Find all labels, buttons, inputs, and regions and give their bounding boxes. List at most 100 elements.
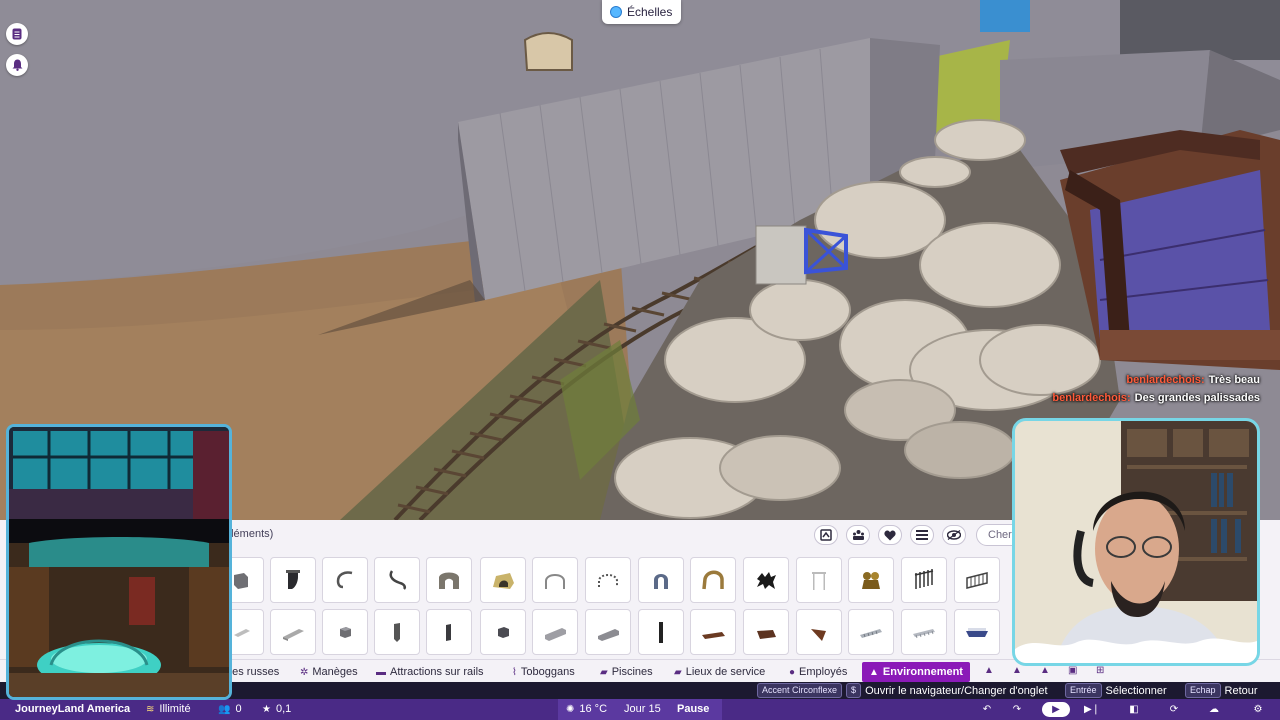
curved-hook-icon xyxy=(389,570,407,590)
tab-label: Employés xyxy=(799,666,848,678)
key-hint: Accent Circonflexe xyxy=(757,683,843,698)
catalog-item[interactable] xyxy=(374,557,420,603)
list-view-button[interactable] xyxy=(910,525,934,545)
post-item-icon xyxy=(394,623,400,642)
arch-frame-icon xyxy=(545,574,565,589)
subtab-mountain-icon[interactable]: ▲ xyxy=(1040,665,1050,676)
catalog-item[interactable] xyxy=(796,609,842,655)
coins-icon: ≋ xyxy=(146,703,155,715)
gold-statue-icon xyxy=(862,572,880,589)
tab-rides[interactable]: ✲ Manèges xyxy=(300,663,358,681)
scale-dot-icon xyxy=(610,6,622,18)
catalog-item[interactable] xyxy=(322,609,368,655)
catalog-item[interactable] xyxy=(270,557,316,603)
catalog-item[interactable] xyxy=(848,557,894,603)
rotate-button[interactable]: ⟳ xyxy=(1162,702,1186,717)
gear-icon: ⚙ xyxy=(1253,704,1263,715)
subtab-tree-icon[interactable]: ▲ xyxy=(1012,665,1022,676)
guests-stat[interactable]: 👥 0 xyxy=(218,703,242,715)
catalog-item[interactable] xyxy=(690,557,736,603)
catalog-item[interactable] xyxy=(270,609,316,655)
catalog-item[interactable] xyxy=(480,609,526,655)
catalog-item[interactable] xyxy=(426,557,472,603)
catalog-item[interactable] xyxy=(322,557,368,603)
tab-label: ges russes xyxy=(226,666,280,678)
tab-label: Toboggans xyxy=(520,666,575,678)
catalog-item[interactable] xyxy=(585,609,631,655)
tab-track-rides[interactable]: ▬ Attractions sur rails xyxy=(376,663,484,681)
catalog-item[interactable] xyxy=(585,557,631,603)
rock-arch-icon xyxy=(439,572,459,589)
list-icon xyxy=(916,530,928,540)
key-hint: Echap xyxy=(1185,683,1221,698)
tab-roller-coasters[interactable]: ges russes xyxy=(226,663,279,681)
visibility-toggle-button[interactable] xyxy=(942,525,966,545)
catalog-item[interactable] xyxy=(901,609,947,655)
tab-slides[interactable]: ⌇ Toboggans xyxy=(512,663,575,681)
catalog-item[interactable] xyxy=(532,609,578,655)
tall-post-item-icon xyxy=(659,622,663,643)
chat-user: benlardechois: xyxy=(1052,391,1131,404)
layout-filter-button[interactable] xyxy=(814,525,838,545)
money-stat[interactable]: ≋ Illimité xyxy=(146,703,191,715)
chat-text: Des grandes palissades xyxy=(1134,391,1260,404)
chat-user: benlardechois: xyxy=(1126,374,1205,386)
tab-services[interactable]: ▰ Lieux de service xyxy=(674,663,765,681)
catalog-item[interactable] xyxy=(848,609,894,655)
beam-item-icon xyxy=(283,629,304,641)
catalog-item[interactable] xyxy=(532,557,578,603)
catalog-item[interactable] xyxy=(743,557,789,603)
ride-icon: ✲ xyxy=(300,666,309,678)
group-filter-button[interactable] xyxy=(846,525,870,545)
catalog-item[interactable] xyxy=(954,609,1000,655)
catalog-item[interactable] xyxy=(374,609,420,655)
park-name[interactable]: JourneyLand America xyxy=(15,703,130,715)
hint-text: Ouvrir le navigateur/Changer d'onglet xyxy=(865,684,1048,697)
catalog-item[interactable] xyxy=(690,609,736,655)
shop-icon: ▰ xyxy=(674,666,682,678)
guest-list-icon xyxy=(12,28,22,40)
settings-button[interactable]: ⚙ xyxy=(1246,702,1270,717)
tab-pools[interactable]: ▰ Piscines xyxy=(600,663,653,681)
undo-button[interactable]: ↶ xyxy=(975,702,999,717)
temperature-stat: ✺ 16 °C xyxy=(566,703,608,715)
catalog-item[interactable] xyxy=(480,557,526,603)
redo-icon: ↷ xyxy=(1012,704,1022,715)
undo-icon: ↶ xyxy=(982,704,992,715)
tab-staff[interactable]: ● Employés xyxy=(789,663,847,681)
pool-icon: ▰ xyxy=(600,666,608,678)
tab-label: Attractions sur rails xyxy=(390,666,484,678)
catalog-item[interactable] xyxy=(638,609,684,655)
short-post-item-icon xyxy=(446,624,451,641)
tab-label: Lieux de service xyxy=(685,666,766,678)
fast-forward-button[interactable]: ▶❘ xyxy=(1080,702,1104,717)
notifications-button[interactable] xyxy=(6,54,28,76)
fence-panel-icon xyxy=(966,572,988,589)
subtab-blueprint-icon[interactable]: ⊞ xyxy=(1096,665,1104,676)
camera-button[interactable]: ◧ xyxy=(1122,702,1146,717)
guest-list-button[interactable] xyxy=(6,23,28,45)
favorites-filter-button[interactable] xyxy=(878,525,902,545)
tab-environment[interactable]: ▲ Environnement xyxy=(862,662,970,682)
catalog-item[interactable] xyxy=(638,557,684,603)
slide-icon: ⌇ xyxy=(512,666,517,678)
weather-button[interactable]: ☁ xyxy=(1202,702,1226,717)
catalog-item[interactable] xyxy=(796,557,842,603)
hint-back: Echap Retour xyxy=(1185,683,1258,698)
rotate-icon: ⟳ xyxy=(1169,704,1179,715)
webcam-overlay xyxy=(1012,418,1260,666)
catalog-item[interactable] xyxy=(426,609,472,655)
catalog-item[interactable] xyxy=(743,609,789,655)
rail-icon: ▬ xyxy=(376,666,386,678)
scale-indicator[interactable]: Échelles xyxy=(602,0,682,24)
subtab-building-icon[interactable]: ▣ xyxy=(1068,665,1077,676)
redo-button[interactable]: ↷ xyxy=(1005,702,1029,717)
category-count-label: éléments) xyxy=(225,528,274,540)
rail-piece-item-icon xyxy=(913,629,935,639)
hint-open-browser: Accent Circonflexe $ Ouvrir le navigateu… xyxy=(757,683,1048,698)
catalog-item[interactable] xyxy=(954,557,1000,603)
play-button[interactable]: ▶ xyxy=(1042,702,1070,717)
catalog-item[interactable] xyxy=(901,557,947,603)
rating-stat[interactable]: ★ 0,1 xyxy=(262,703,291,715)
subtab-scenery-icon[interactable]: ▲ xyxy=(984,665,994,676)
